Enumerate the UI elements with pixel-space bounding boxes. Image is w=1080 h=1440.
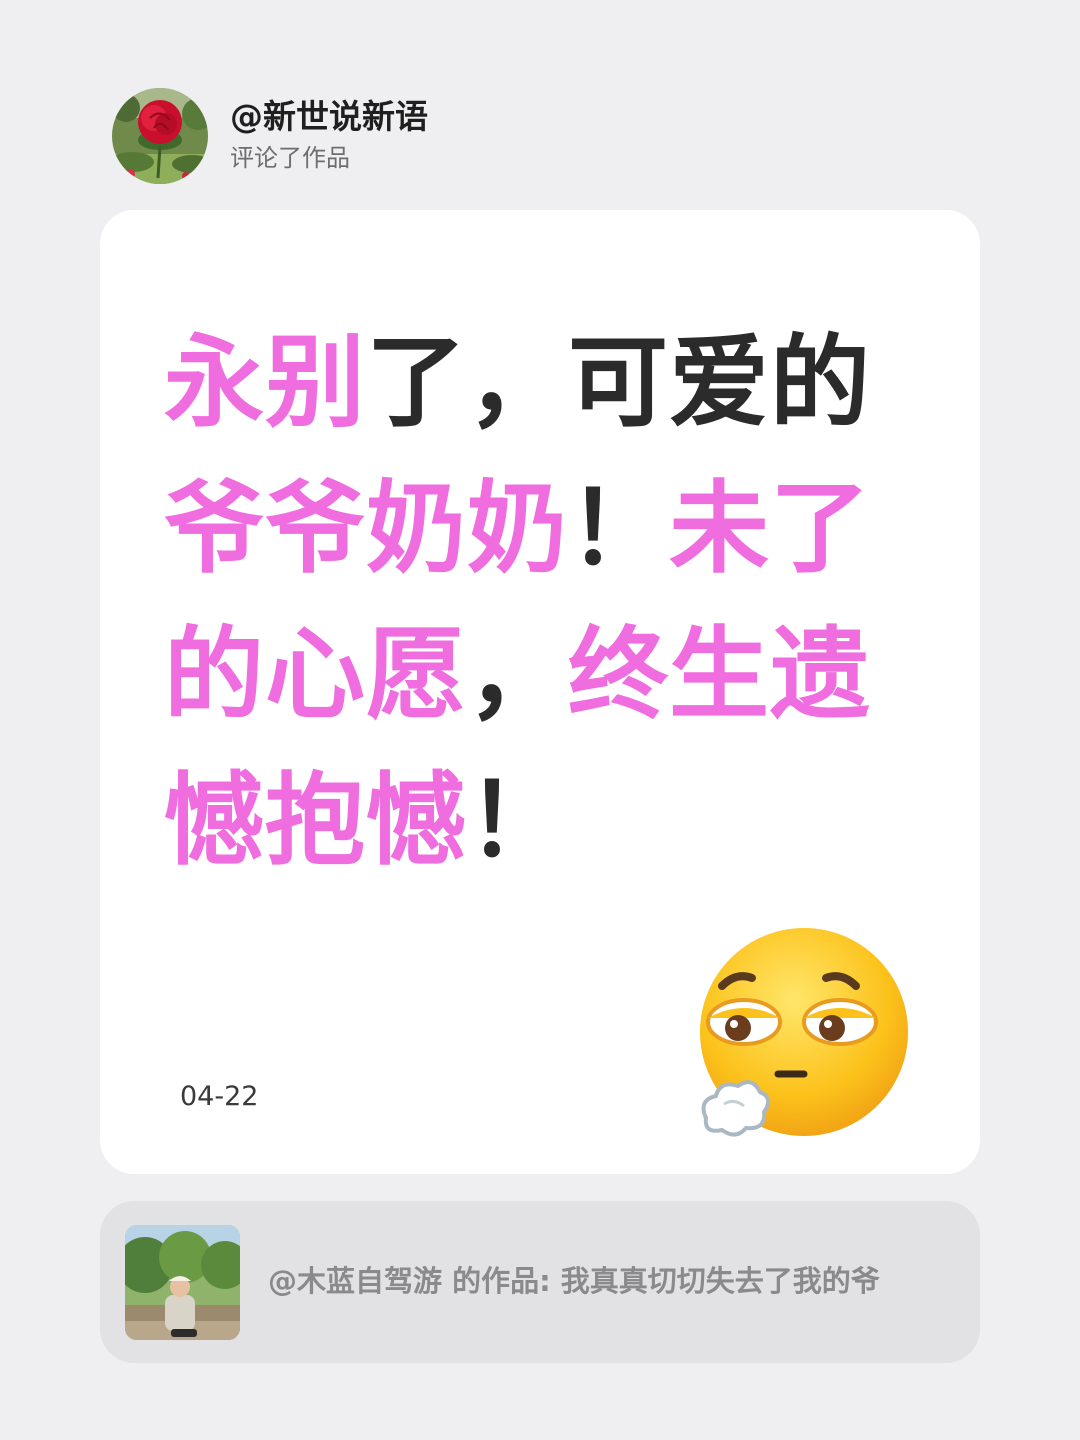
comment-text: 永别了，可爱的爷爷奶奶！未了的心愿，终生遗憾抱憾！ (164, 310, 904, 894)
comment-segment: 了，可爱的 (366, 324, 871, 441)
referenced-work-card[interactable]: @木蓝自驾游 的作品: 我真真切切失去了我的爷 (100, 1201, 980, 1363)
action-label: 评论了作品 (230, 144, 350, 172)
user-info: @新世说新语 评论了作品 (230, 97, 428, 175)
person-outdoor-photo-icon (125, 1225, 240, 1340)
comment-segment: ， (467, 616, 568, 733)
comment-segment: 永别 (164, 324, 366, 441)
comment-header: @新世说新语 评论了作品 (112, 88, 428, 184)
comment-card: 永别了，可爱的爷爷奶奶！未了的心愿，终生遗憾抱憾！ 04-22 (100, 210, 980, 1174)
rose-avatar-icon (112, 88, 208, 184)
face-exhaling-emoji-icon (700, 928, 908, 1137)
comment-segment: 爷爷奶奶 (164, 470, 568, 587)
comment-segment: ！ (467, 762, 568, 879)
referenced-work-thumbnail[interactable] (125, 1225, 240, 1340)
comment-date: 04-22 (180, 1081, 259, 1112)
user-avatar[interactable] (112, 88, 208, 184)
username-link[interactable]: @新世说新语 (230, 97, 428, 137)
referenced-work-title[interactable]: @木蓝自驾游 的作品: 我真真切切失去了我的爷 (268, 1261, 958, 1301)
comment-segment: ！ (568, 470, 669, 587)
